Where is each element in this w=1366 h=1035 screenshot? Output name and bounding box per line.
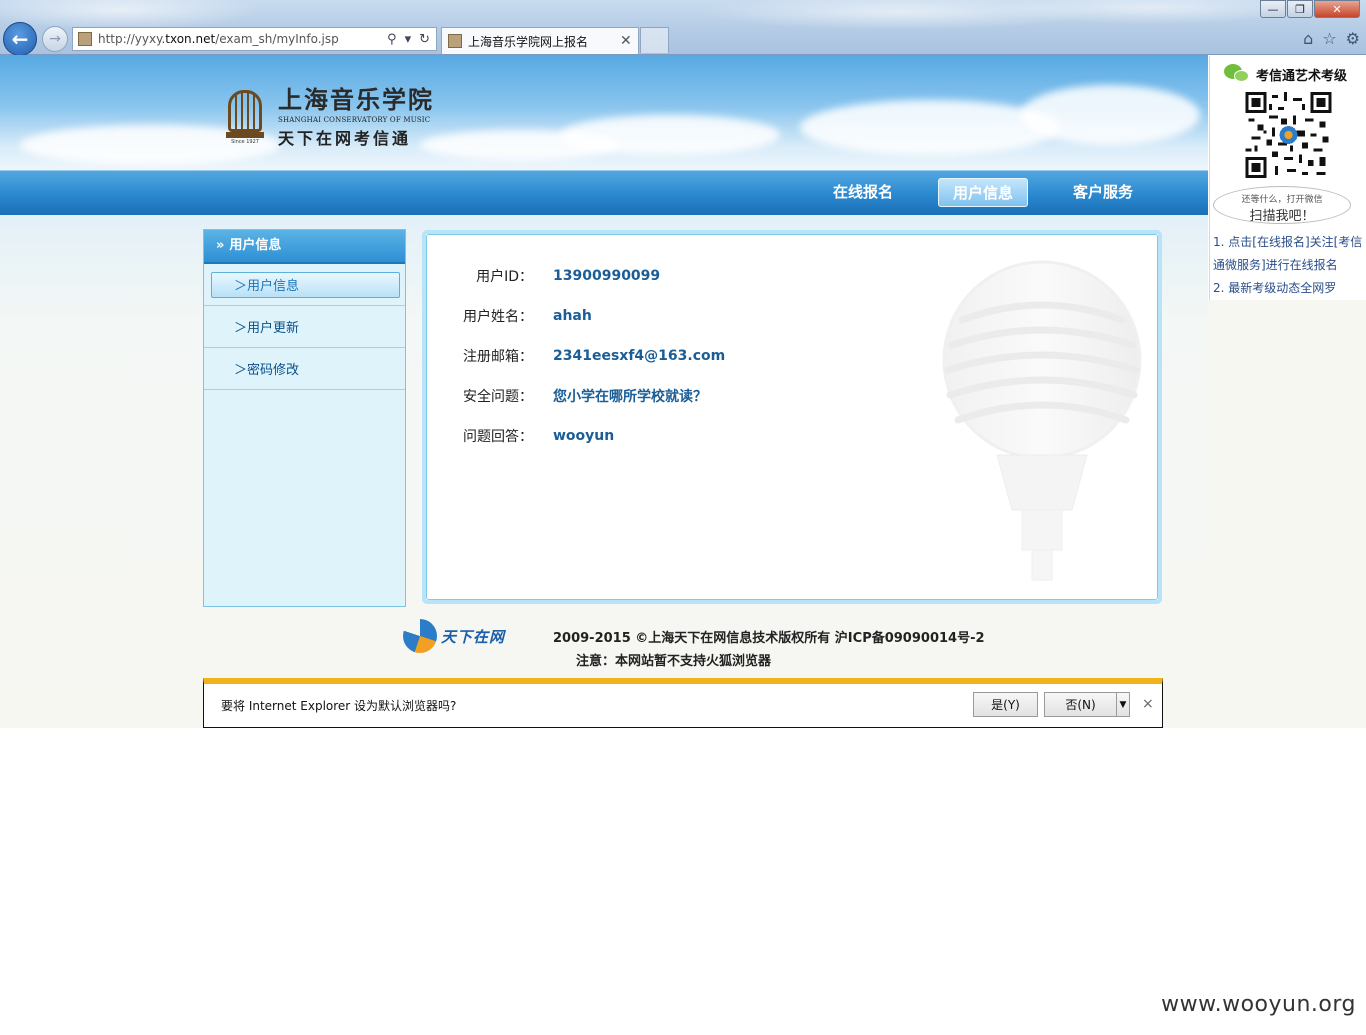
logo-since: Since 1927 (231, 138, 259, 145)
wechat-ad-panel: 考信通艺术考级 还等什么，打开微信 扫描我吧！ 1. 点击[在线报名]关注[考信… (1209, 56, 1366, 300)
scan-prompt-bubble: 还等什么，打开微信 扫描我吧！ (1213, 186, 1351, 224)
content-background-right (1208, 300, 1366, 728)
info-value: 您小学在哪所学校就读？ (553, 389, 707, 405)
info-value: ahah (553, 308, 592, 324)
url-prefix: http://yyxy. (98, 32, 166, 46)
swirl-logo-icon (403, 619, 437, 653)
no-options-dropdown-icon[interactable]: ▼ (1116, 692, 1130, 717)
sidebar-item-label[interactable]: ＞用户更新 (234, 317, 299, 336)
footer-logo: 天下在网 (403, 618, 547, 654)
footer-note: 注意：本网站暂不支持火狐浏览器 (576, 654, 772, 669)
lyre-logo-icon: Since 1927 (224, 84, 266, 146)
tab-favicon-icon (448, 34, 462, 48)
ad-list-item[interactable]: 1. 点击[在线报名]关注[考信通微服务]进行在线报名 (1213, 231, 1365, 277)
logo-text: 上海音乐学院 SHANGHAI CONSERVATORY OF MUSIC 天下… (278, 80, 434, 149)
favorites-star-icon[interactable]: ☆ (1322, 29, 1336, 48)
browser-chrome: — ❐ ✕ ← → http://yyxy.txon.net/exam_sh/m… (0, 0, 1366, 56)
nav-customer-service[interactable]: 客户服务 (1058, 178, 1148, 207)
forward-button[interactable]: → (42, 26, 68, 52)
watermark-text: www.wooyun.org (1161, 992, 1356, 1017)
double-chevron-icon: » (216, 238, 225, 253)
search-icon[interactable]: ⚲ (387, 32, 397, 47)
address-url[interactable]: http://yyxy.txon.net/exam_sh/myInfo.jsp (98, 32, 387, 46)
logo-subtitle: 天下在网考信通 (278, 129, 412, 148)
qr-code-icon (1245, 92, 1332, 178)
close-icon[interactable]: × (1142, 696, 1154, 712)
sidebar-header-label: 用户信息 (229, 238, 282, 253)
home-icon[interactable]: ⌂ (1303, 29, 1313, 48)
sidebar: » 用户信息 ＞用户信息 ＞用户更新 ＞密码修改 (203, 229, 406, 607)
sidebar-item-password-change[interactable]: ＞密码修改 (204, 348, 405, 390)
browser-toolbar-icons: ⌂ ☆ ⚙ (1303, 29, 1360, 48)
cloud-decoration (1020, 85, 1200, 145)
sidebar-item-label[interactable]: ＞用户信息 (211, 271, 400, 298)
url-path: /exam_sh/myInfo.jsp (215, 32, 339, 46)
new-tab-button[interactable] (640, 27, 669, 53)
nav-user-info[interactable]: 用户信息 (938, 178, 1028, 207)
ad-header: 考信通艺术考级 (1224, 64, 1347, 84)
user-info-panel-inner: 用户ID： 13900990099 用户姓名： ahah 注册邮箱： 2341e… (426, 234, 1158, 600)
ad-list-item[interactable]: 2. 最新考级动态全网罗 (1213, 277, 1365, 300)
close-window-button[interactable]: ✕ (1314, 0, 1360, 18)
info-label: 问题回答： (463, 429, 533, 445)
info-label: 用户ID： (476, 269, 533, 285)
info-row-email: 注册邮箱： 2341eesxf4@163.com (427, 345, 725, 367)
gear-icon[interactable]: ⚙ (1346, 29, 1360, 48)
info-value: 13900990099 (553, 268, 661, 284)
address-tools: ⚲ ▾ ↻ (387, 32, 430, 47)
restore-button[interactable]: ❐ (1287, 0, 1313, 18)
notification-text: 要将 Internet Explorer 设为默认浏览器吗? (221, 699, 457, 713)
info-value: 2341eesxf4@163.com (553, 348, 726, 364)
info-row-user-name: 用户姓名： ahah (427, 305, 592, 327)
nav-online-registration[interactable]: 在线报名 (818, 178, 908, 207)
sidebar-item-label[interactable]: ＞密码修改 (234, 359, 299, 378)
info-value: wooyun (553, 428, 615, 444)
wechat-icon (1224, 64, 1250, 84)
logo-cn: 上海音乐学院 (278, 85, 434, 114)
site-logo[interactable]: Since 1927 上海音乐学院 SHANGHAI CONSERVATORY … (224, 80, 434, 149)
bubble-line1: 还等什么，打开微信 (1241, 195, 1323, 205)
minimize-button[interactable]: — (1260, 0, 1286, 18)
sidebar-item-user-update[interactable]: ＞用户更新 (204, 306, 405, 348)
dropdown-icon[interactable]: ▾ (405, 32, 412, 47)
header-banner (0, 55, 1208, 170)
address-bar[interactable]: http://yyxy.txon.net/exam_sh/myInfo.jsp … (72, 27, 437, 51)
tab-title: 上海音乐学院网上报名 (468, 34, 589, 49)
url-domain: txon.net (165, 32, 216, 46)
microphone-watermark-icon (942, 260, 1142, 581)
browser-tab[interactable]: 上海音乐学院网上报名 ✕ (441, 27, 639, 54)
yes-button[interactable]: 是(Y) (973, 692, 1038, 717)
info-row-user-id: 用户ID： 13900990099 (427, 265, 660, 287)
sidebar-header: » 用户信息 (204, 230, 405, 264)
info-row-security-answer: 问题回答： wooyun (427, 425, 614, 447)
sidebar-item-user-info[interactable]: ＞用户信息 (204, 264, 405, 306)
refresh-icon[interactable]: ↻ (419, 32, 430, 47)
tab-close-icon[interactable]: ✕ (620, 33, 638, 49)
window-controls: — ❐ ✕ (1259, 0, 1360, 18)
cloud-decoration (420, 130, 620, 160)
site-favicon-icon (78, 32, 92, 46)
footer-copyright: 2009-2015 ©上海天下在网信息技术版权所有 沪ICP备09090014号… (553, 630, 985, 646)
bubble-line2: 扫描我吧！ (1249, 209, 1315, 224)
no-button[interactable]: 否(N) (1044, 692, 1117, 717)
main-navbar: 在线报名 用户信息 客户服务 (0, 170, 1208, 215)
default-browser-notification: 要将 Internet Explorer 设为默认浏览器吗? 是(Y) 否(N)… (203, 678, 1163, 728)
info-label: 注册邮箱： (463, 349, 533, 365)
logo-en: SHANGHAI CONSERVATORY OF MUSIC (278, 116, 431, 124)
back-button[interactable]: ← (3, 22, 37, 56)
ad-title: 考信通艺术考级 (1256, 68, 1348, 84)
info-label: 安全问题： (463, 389, 533, 405)
ad-list: 1. 点击[在线报名]关注[考信通微服务]进行在线报名 2. 最新考级动态全网罗 (1213, 231, 1365, 300)
user-info-panel: 用户ID： 13900990099 用户姓名： ahah 注册邮箱： 2341e… (422, 230, 1162, 604)
info-label: 用户姓名： (463, 309, 533, 325)
info-row-security-question: 安全问题： 您小学在哪所学校就读？ (427, 385, 707, 407)
footer-brand: 天下在网 (441, 627, 506, 646)
